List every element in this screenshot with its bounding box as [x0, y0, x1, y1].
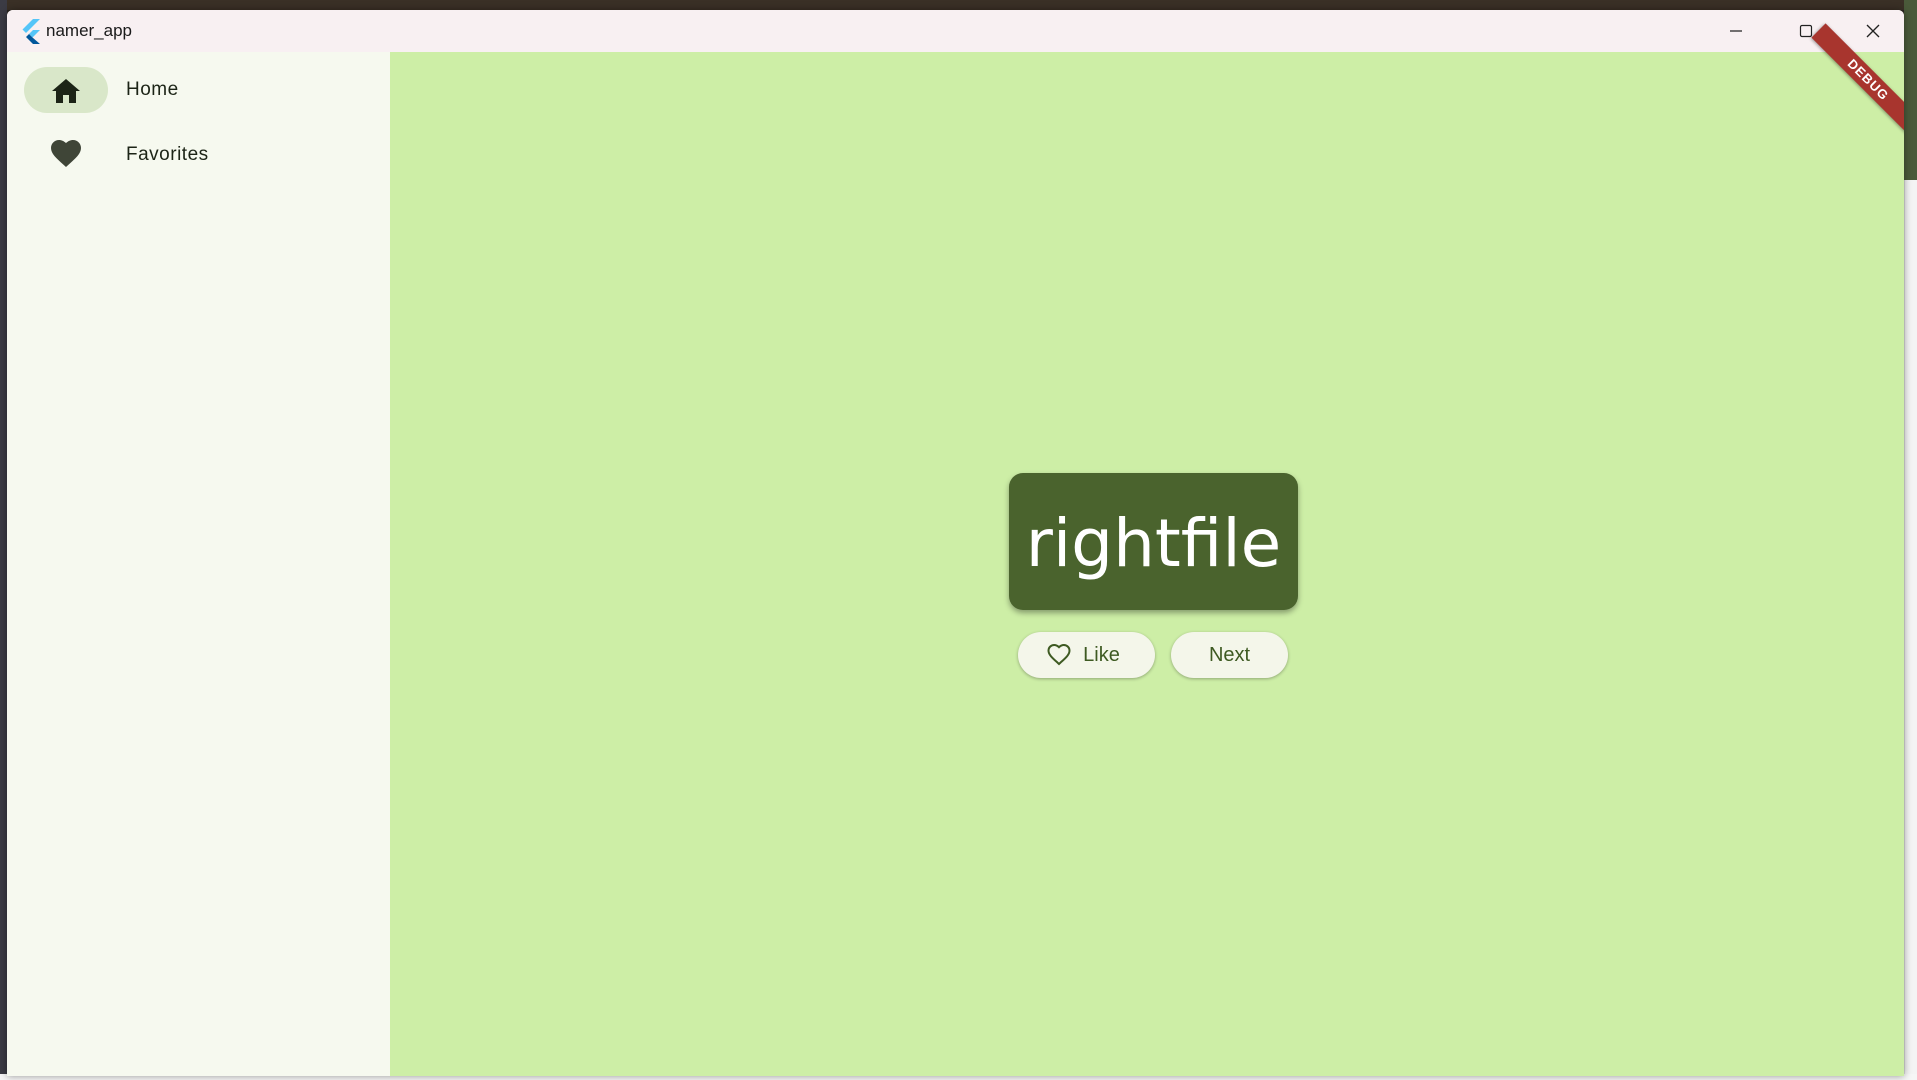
app-window: namer_app Home Favorites DEBUG rightfile… [7, 10, 1904, 1076]
next-button[interactable]: Next [1171, 632, 1288, 678]
main-content: DEBUG rightfile Like Next [390, 23, 1904, 1076]
heart-outline-icon [1047, 644, 1071, 666]
word-pair-text: rightfile [1025, 505, 1282, 582]
title-bar[interactable]: namer_app [7, 10, 1904, 52]
heart-icon [51, 140, 81, 167]
desktop-background-left [0, 0, 7, 1080]
nav-label-home: Home [126, 79, 179, 100]
like-button[interactable]: Like [1018, 632, 1155, 678]
word-pair-card: rightfile [1009, 473, 1298, 610]
flutter-logo-icon [22, 19, 40, 44]
minimize-icon [1730, 30, 1742, 32]
home-icon [52, 79, 80, 103]
navigation-rail: Home Favorites [7, 52, 390, 1076]
close-button[interactable] [1841, 10, 1904, 52]
like-button-label: Like [1083, 643, 1120, 666]
desktop-background-right-top [1904, 0, 1917, 180]
minimize-button[interactable] [1701, 10, 1771, 52]
nav-item-favorites[interactable]: Favorites [7, 132, 390, 188]
window-title: namer_app [46, 21, 133, 40]
desktop-background-top [0, 0, 1917, 10]
nav-label-favorites: Favorites [126, 144, 209, 165]
maximize-icon [1799, 24, 1813, 38]
background-window-edge [1904, 180, 1917, 1080]
nav-item-home[interactable]: Home [7, 67, 390, 123]
next-button-label: Next [1208, 643, 1251, 666]
close-icon [1866, 24, 1879, 38]
